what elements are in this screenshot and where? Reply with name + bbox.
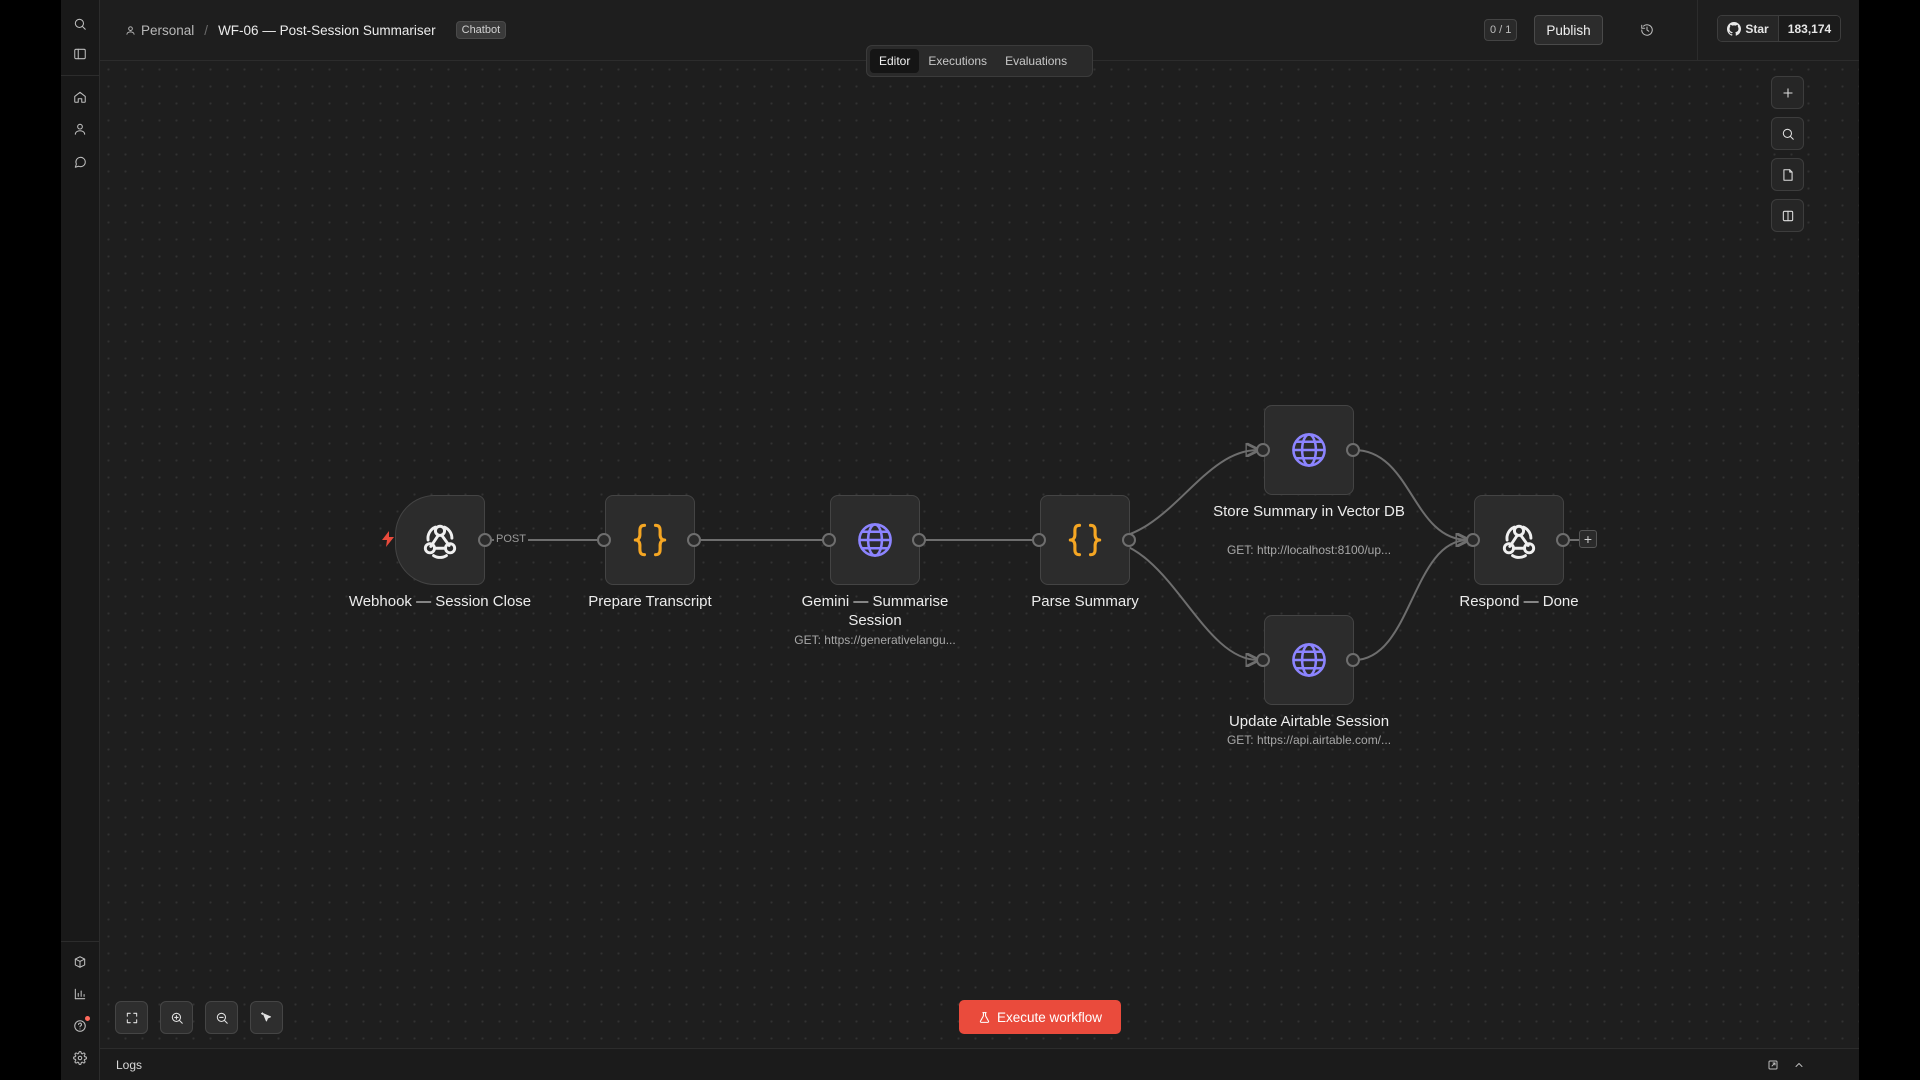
workflow-name[interactable]: WF-06 — Post-Session Summariser	[218, 23, 436, 38]
input-port[interactable]	[1466, 533, 1480, 547]
history-icon[interactable]	[1638, 21, 1656, 39]
output-port[interactable]	[1346, 653, 1360, 667]
code-braces-icon	[1068, 523, 1102, 557]
add-node-button[interactable]	[1771, 76, 1804, 109]
webhook-icon	[1502, 524, 1536, 559]
input-port[interactable]	[597, 533, 611, 547]
rail-divider	[61, 75, 100, 76]
node-label: Gemini — Summarise Session	[801, 593, 949, 629]
code-braces-icon	[633, 523, 667, 557]
connection-store-to-respond[interactable]	[1353, 449, 1468, 540]
sticky-note-button[interactable]	[1771, 158, 1804, 191]
settings-gear-icon[interactable]	[69, 1047, 91, 1069]
trigger-bolt-icon	[382, 531, 394, 547]
node-update-airtable-session[interactable]	[1264, 615, 1354, 705]
node-label: Update Airtable Session	[1228, 713, 1390, 730]
add-node-plus-icon[interactable]: +	[1579, 530, 1597, 548]
node-subtitle: GET: https://api.airtable.com/...	[1226, 733, 1392, 747]
plus-icon	[1782, 87, 1793, 98]
output-port[interactable]	[478, 533, 492, 547]
search-icon	[1782, 128, 1794, 140]
workflow-tag[interactable]: Chatbot	[455, 21, 507, 39]
connections-layer	[455, 61, 1579, 1048]
logs-title: Logs	[116, 1058, 143, 1072]
cursor-sparkle-icon	[260, 1011, 271, 1021]
execute-workflow-button[interactable]: Execute workflow	[959, 1000, 1121, 1034]
zoom-in-button[interactable]	[160, 1001, 193, 1034]
home-icon[interactable]	[69, 86, 91, 108]
search-icon[interactable]	[69, 13, 91, 35]
tab-editor[interactable]: Editor	[870, 49, 920, 73]
output-port[interactable]	[1122, 533, 1136, 547]
node-label: Store Summary in Vector DB	[1213, 503, 1405, 520]
node-label: Webhook — Session Close	[348, 593, 532, 610]
flask-icon	[979, 1011, 990, 1023]
node-webhook-session-close[interactable]	[395, 495, 485, 585]
user-icon[interactable]	[69, 118, 91, 140]
input-port[interactable]	[1032, 533, 1046, 547]
output-port[interactable]	[687, 533, 701, 547]
rail-divider	[61, 941, 100, 942]
node-label: Prepare Transcript	[588, 593, 712, 610]
search-nodes-button[interactable]	[1771, 117, 1804, 150]
globe-icon	[1292, 433, 1326, 467]
input-port[interactable]	[1256, 443, 1270, 457]
breadcrumb-owner[interactable]: Personal	[141, 23, 194, 38]
chevron-up-icon[interactable]	[1792, 1058, 1806, 1072]
node-gemini-summarise-session[interactable]	[830, 495, 920, 585]
breadcrumb: Personal / WF-06 — Post-Session Summaris…	[125, 21, 507, 39]
toggle-panel-button[interactable]	[1771, 199, 1804, 232]
edge-label-post: POST	[494, 533, 528, 545]
version-counter: 0 / 1	[1484, 19, 1518, 41]
node-respond-done[interactable]	[1474, 495, 1564, 585]
insights-chart-icon[interactable]	[69, 983, 91, 1005]
output-port[interactable]	[1346, 443, 1360, 457]
execute-workflow-label: Execute workflow	[996, 1009, 1103, 1025]
node-store-summary-vector-db[interactable]	[1264, 405, 1354, 495]
node-parse-summary[interactable]	[1040, 495, 1130, 585]
tab-evaluations[interactable]: Evaluations	[996, 49, 1076, 73]
github-star-button[interactable]: Star	[1718, 16, 1779, 41]
header-divider	[1697, 0, 1698, 61]
popout-icon[interactable]	[1766, 1058, 1780, 1072]
fit-view-button[interactable]	[115, 1001, 148, 1034]
left-sidebar	[61, 0, 100, 1080]
logs-panel[interactable]: Logs	[100, 1048, 1859, 1080]
node-label: Parse Summary	[1031, 593, 1139, 610]
output-port[interactable]	[1556, 533, 1570, 547]
zoom-out-icon	[216, 1012, 228, 1024]
node-prepare-transcript[interactable]	[605, 495, 695, 585]
publish-button[interactable]: Publish	[1534, 15, 1603, 45]
help-icon[interactable]	[69, 1015, 91, 1037]
view-tabs: Editor Executions Evaluations	[866, 45, 1093, 77]
tidy-up-button[interactable]	[250, 1001, 283, 1034]
input-port[interactable]	[1256, 653, 1270, 667]
notification-dot	[85, 1016, 90, 1021]
tab-executions[interactable]: Executions	[919, 49, 996, 73]
breadcrumb-separator: /	[204, 22, 209, 38]
node-label: Respond — Done	[1459, 593, 1579, 610]
node-subtitle: GET: https://generativelangu...	[794, 633, 956, 647]
fit-view-icon	[126, 1012, 137, 1023]
input-port[interactable]	[822, 533, 836, 547]
github-icon	[1727, 21, 1742, 36]
zoom-out-button[interactable]	[205, 1001, 238, 1034]
sidebar-toggle-icon[interactable]	[69, 43, 91, 65]
templates-icon[interactable]	[69, 951, 91, 973]
node-subtitle: GET: http://localhost:8100/up...	[1226, 543, 1392, 557]
chat-icon[interactable]	[69, 151, 91, 173]
panel-icon	[1782, 210, 1793, 221]
webhook-icon	[423, 524, 457, 559]
zoom-in-icon	[171, 1012, 183, 1024]
github-star-count[interactable]: 183,174	[1779, 16, 1840, 41]
owner-user-icon	[125, 23, 141, 38]
github-star-label: Star	[1745, 21, 1769, 36]
github-star-widget: Star 183,174	[1717, 15, 1841, 42]
app-window: Personal / WF-06 — Post-Session Summaris…	[61, 0, 1859, 1080]
globe-icon	[858, 523, 892, 557]
workflow-canvas[interactable]: POST Webhook — Session Close Prepare Tra…	[100, 61, 1859, 1048]
output-port[interactable]	[912, 533, 926, 547]
globe-icon	[1292, 643, 1326, 677]
sticky-note-icon	[1782, 168, 1793, 181]
